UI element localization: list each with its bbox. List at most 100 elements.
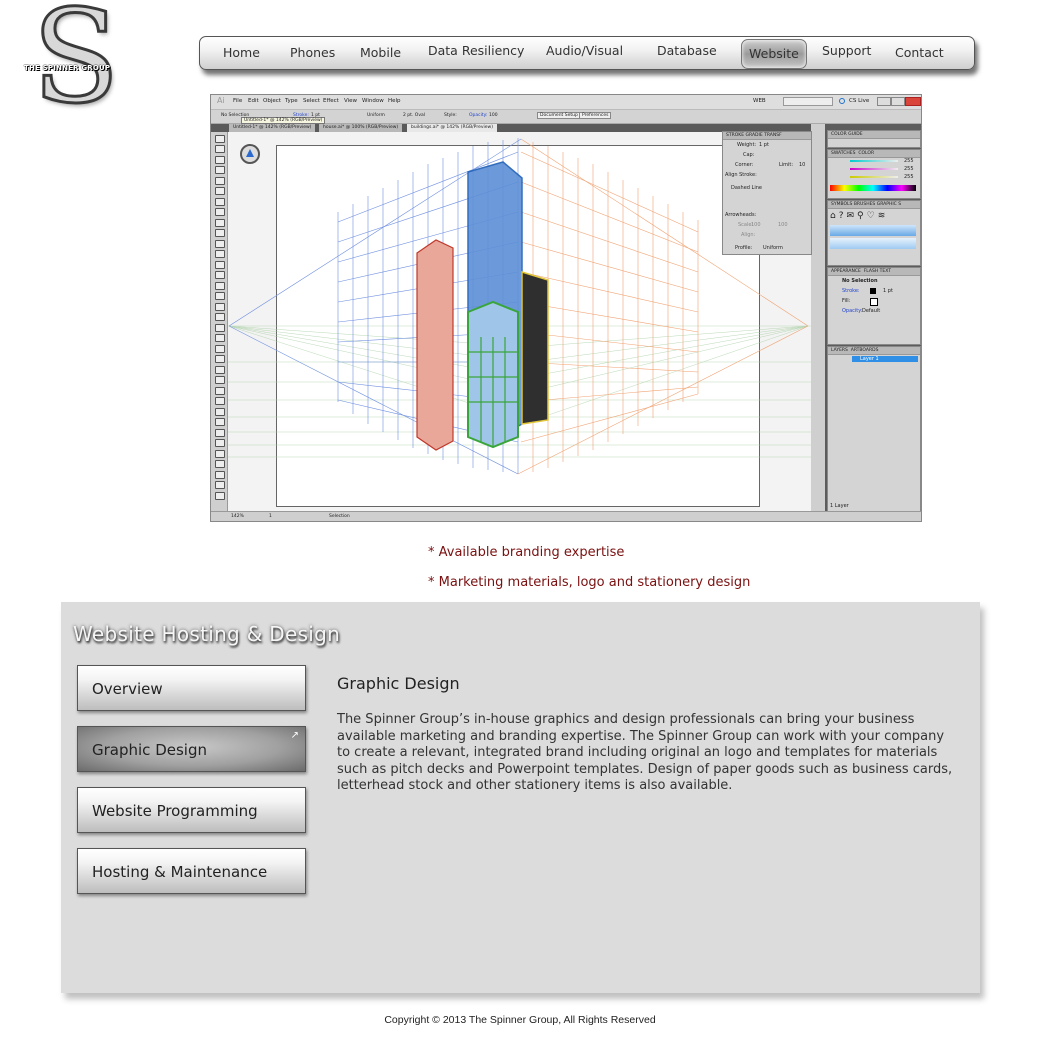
- nav-website[interactable]: Website: [741, 39, 807, 69]
- ai-cslive-icon: [839, 98, 845, 104]
- ai-corner-label: Corner:: [735, 162, 754, 168]
- ai-color-g: 255: [904, 166, 914, 172]
- ai-workspace: WEB: [753, 98, 766, 104]
- ai-document-setup-button: Document Setup: [537, 112, 581, 119]
- ai-profile: Uniform: [367, 113, 385, 118]
- ai-flash-text-tab: FLASH TEXT: [863, 269, 891, 274]
- content-title: Graphic Design: [337, 674, 460, 693]
- ai-graphic-styles-tab: GRAPHIC S: [876, 202, 902, 207]
- content-body: The Spinner Group’s in-house graphics an…: [337, 712, 953, 793]
- ai-color-guide-panel: COLOR GUIDE: [827, 130, 921, 148]
- illustrator-screenshot: Ai File Edit Object Type Select Effect V…: [210, 94, 922, 522]
- ai-profile-value: Uniform: [763, 245, 783, 251]
- logo-company-name: THE SPINNER GROUP: [24, 64, 111, 72]
- ai-dashed-label: Dashed Line: [731, 185, 762, 191]
- ai-appearance-stroke-label: Stroke:: [842, 288, 860, 294]
- ai-toolbox: [211, 132, 228, 511]
- ai-scale-1: 100: [751, 222, 761, 228]
- ai-gradient-tab: GRADIE: [745, 133, 763, 138]
- ai-doc-tab: Untitled-1* @ 142% (RGB/Preview): [229, 124, 316, 132]
- ai-layers-tab: LAYERS: [831, 348, 848, 353]
- ai-zoom-level: 142%: [231, 514, 244, 519]
- ai-search-field: [783, 97, 833, 106]
- ai-color-tab: COLOR: [858, 151, 875, 156]
- ai-color-panel: SWATCHES COLOR 255 255 255: [827, 149, 921, 199]
- feature-bullets: * Available branding expertise * Marketi…: [428, 538, 750, 598]
- ai-preferences-button: Preferences: [579, 112, 612, 119]
- ai-menu-view: View: [344, 98, 358, 104]
- tab-hosting-maintenance[interactable]: Hosting & Maintenance: [77, 848, 306, 894]
- ai-appearance-opacity-label: Opacity:: [842, 308, 863, 314]
- external-arrow-icon: ↗: [290, 730, 299, 741]
- nav-contact[interactable]: Contact: [895, 37, 944, 69]
- tab-label: Overview: [92, 680, 163, 698]
- ai-menu-window: Window: [362, 98, 384, 104]
- nav-mobile[interactable]: Mobile: [360, 37, 401, 69]
- services-section: Website Hosting & Design Overview Graphi…: [61, 602, 980, 993]
- ai-style-label: Style:: [444, 113, 457, 118]
- tab-label: Graphic Design: [92, 741, 207, 759]
- ai-artboard-number: 1: [269, 514, 272, 519]
- ai-appearance-panel: APPEARANCE FLASH TEXT No Selection Strok…: [827, 267, 921, 345]
- ai-weight-value: 1 pt: [759, 142, 769, 148]
- ai-limit-label: Limit:: [779, 162, 794, 168]
- tab-website-programming[interactable]: Website Programming: [77, 787, 306, 833]
- ai-brush: 2 pt. Oval: [403, 113, 425, 118]
- ai-color-guide-tab: COLOR GUIDE: [828, 131, 920, 139]
- ai-status-bar: 142% 1 Selection: [211, 511, 921, 521]
- ai-align2-label: Align:: [741, 232, 756, 238]
- ai-opacity: 100: [489, 113, 498, 118]
- ai-limit-value: 10: [799, 162, 806, 168]
- ai-layers-panel: LAYERS ARTBOARDS Layer 1 1 Layer: [827, 346, 921, 513]
- ai-menu-object: Object: [263, 98, 281, 104]
- ai-appearance-fill-label: Fill:: [842, 298, 851, 304]
- ai-weight-label: Weight:: [737, 142, 757, 148]
- tab-overview[interactable]: Overview: [77, 665, 306, 711]
- tab-label: Website Programming: [92, 802, 258, 820]
- nav-support[interactable]: Support: [822, 35, 871, 67]
- ai-menu-edit: Edit: [248, 98, 259, 104]
- ai-appearance-opacity-value: Default: [862, 308, 881, 314]
- ai-icon-strip: [811, 124, 825, 511]
- ai-menu-select: Select: [303, 98, 320, 104]
- ai-close-icon: [905, 97, 921, 106]
- ai-profile-label: Profile:: [735, 245, 753, 251]
- tab-graphic-design[interactable]: Graphic Design ↗: [77, 726, 306, 772]
- company-logo[interactable]: S THE SPINNER GROUP: [22, 0, 132, 133]
- ai-brushes-tab: BRUSHES: [853, 202, 876, 207]
- ai-layer-row: Layer 1: [852, 356, 918, 362]
- main-nav: Home Phones Mobile Data Resiliency Audio…: [199, 36, 975, 70]
- ai-opacity-label: Opacity:: [469, 113, 488, 118]
- ai-symbols-tab: SYMBOLS: [831, 202, 853, 207]
- ai-doc-tabs: Untitled-1* @ 142% (RGB/Preview) house.a…: [211, 124, 811, 132]
- nav-audio-visual[interactable]: Audio/Visual: [546, 35, 623, 67]
- ai-menubar: Ai File Edit Object Type Select Effect V…: [211, 95, 921, 110]
- ai-right-dock: STROKE GRADIE TRANSF Weight: 1 pt Cap: C…: [722, 124, 921, 513]
- ai-symbol-row: ⌂?✉⚲♡≋: [830, 211, 889, 221]
- ai-menu-type: Type: [285, 98, 298, 104]
- ai-swatches-tab: SWATCHES: [831, 151, 856, 156]
- ai-transform-tab: TRANSF: [764, 133, 782, 138]
- ai-layer-count: 1 Layer: [830, 503, 849, 509]
- logo-letter: S: [31, 0, 122, 132]
- section-title: Website Hosting & Design: [73, 622, 341, 646]
- ai-appearance-selection: No Selection: [842, 278, 878, 284]
- ai-menu-help: Help: [388, 98, 401, 104]
- bullet-item: * Available branding expertise: [428, 545, 625, 560]
- ai-arrowheads-label: Arrowheads:: [725, 212, 757, 218]
- tab-label: Hosting & Maintenance: [92, 863, 268, 881]
- ai-current-tool: Selection: [329, 514, 350, 519]
- nav-data-resiliency[interactable]: Data Resiliency: [428, 35, 524, 67]
- ai-artboards-tab: ARTBOARDS: [850, 348, 879, 353]
- ai-appearance-stroke-value: 1 pt: [883, 288, 893, 294]
- ai-cap-label: Cap:: [743, 152, 755, 158]
- ai-doc-tab: house.ai* @ 100% (RGB/Preview): [319, 124, 403, 132]
- ai-stroke-panel: STROKE GRADIE TRANSF Weight: 1 pt Cap: C…: [722, 131, 812, 255]
- nav-database[interactable]: Database: [657, 35, 717, 67]
- nav-phones[interactable]: Phones: [290, 37, 335, 69]
- ai-cslive: CS Live: [849, 98, 870, 104]
- ai-menu-effect: Effect: [323, 98, 339, 104]
- bullet-item: * Marketing materials, logo and statione…: [428, 575, 751, 590]
- nav-home[interactable]: Home: [223, 37, 260, 69]
- ai-app-logo: Ai: [217, 96, 225, 105]
